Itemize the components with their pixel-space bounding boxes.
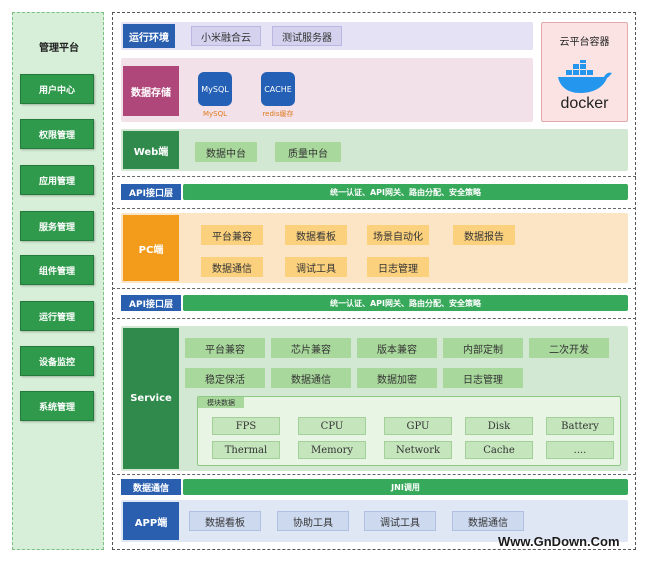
cache-caption: redis缓存 <box>262 110 294 118</box>
module-more[interactable]: .... <box>546 441 614 459</box>
divider <box>112 288 636 289</box>
module-battery[interactable]: Battery <box>546 417 614 435</box>
app-chip-debug-tools[interactable]: 调试工具 <box>364 511 436 531</box>
app-chip-dashboard[interactable]: 数据看板 <box>189 511 261 531</box>
service-chip-encryption[interactable]: 数据加密 <box>357 368 437 388</box>
pc-chip-report[interactable]: 数据报告 <box>453 225 515 245</box>
runtime-chip-test-server[interactable]: 测试服务器 <box>272 26 342 46</box>
mgmt-item-component[interactable]: 组件管理 <box>20 255 94 285</box>
cloud-container-title: 云平台容器 <box>559 36 610 48</box>
cache-icon-text: CACHE <box>264 84 292 94</box>
module-cpu[interactable]: CPU <box>298 417 366 435</box>
divider <box>112 318 636 319</box>
mysql-icon-text: MySQL <box>201 84 229 94</box>
module-data-title: 模块数据 <box>198 397 244 408</box>
module-thermal[interactable]: Thermal <box>212 441 280 459</box>
divider <box>112 208 636 209</box>
data-comm-label: 数据通信 <box>121 479 181 495</box>
service-chip-log-mgmt[interactable]: 日志管理 <box>443 368 523 388</box>
module-memory[interactable]: Memory <box>298 441 366 459</box>
service-chip-secondary-dev[interactable]: 二次开发 <box>529 338 609 358</box>
mgmt-item-operation[interactable]: 运行管理 <box>20 301 94 331</box>
module-fps[interactable]: FPS <box>212 417 280 435</box>
api-bar-1-text: 统一认证、API网关、路由分配、安全策略 <box>329 187 482 197</box>
web-label: Web端 <box>123 131 179 169</box>
service-chip-chip-compat[interactable]: 芯片兼容 <box>271 338 351 358</box>
service-chip-data-comm[interactable]: 数据通信 <box>271 368 351 388</box>
web-chip-quality-center[interactable]: 质量中台 <box>275 142 341 162</box>
pc-chip-log-mgmt[interactable]: 日志管理 <box>367 257 429 277</box>
storage-row <box>121 58 533 122</box>
jni-bar-text: JNI调用 <box>391 482 420 492</box>
pc-chip-data-comm[interactable]: 数据通信 <box>201 257 263 277</box>
mgmt-item-permission[interactable]: 权限管理 <box>20 119 94 149</box>
service-chip-custom[interactable]: 内部定制 <box>443 338 523 358</box>
app-chip-assist-tools[interactable]: 协助工具 <box>277 511 349 531</box>
service-chip-keepalive[interactable]: 稳定保活 <box>185 368 265 388</box>
module-network[interactable]: Network <box>384 441 452 459</box>
service-label: Service <box>123 328 179 469</box>
pc-chip-debug-tools[interactable]: 调试工具 <box>285 257 347 277</box>
api-layer-label-2: API接口层 <box>121 295 181 311</box>
service-chip-platform-compat[interactable]: 平台兼容 <box>185 338 265 358</box>
service-chip-version-compat[interactable]: 版本兼容 <box>357 338 437 358</box>
api-layer-label-1: API接口层 <box>121 184 181 200</box>
pc-chip-platform-compat[interactable]: 平台兼容 <box>201 225 263 245</box>
cache-icon: CACHE <box>261 72 295 106</box>
docker-logo-text: docker <box>560 95 609 112</box>
management-panel: 管理平台 用户中心 权限管理 应用管理 服务管理 组件管理 运行管理 设备监控 … <box>12 12 104 550</box>
module-gpu[interactable]: GPU <box>384 417 452 435</box>
mgmt-item-user-center[interactable]: 用户中心 <box>20 74 94 104</box>
module-cache[interactable]: Cache <box>465 441 533 459</box>
pc-chip-automation[interactable]: 场景自动化 <box>367 225 429 245</box>
storage-label: 数据存储 <box>123 66 179 116</box>
app-label: APP端 <box>123 502 179 540</box>
mysql-caption: MySQL <box>202 110 228 118</box>
mysql-icon: MySQL <box>198 72 232 106</box>
management-title: 管理平台 <box>39 42 79 54</box>
mgmt-item-app[interactable]: 应用管理 <box>20 165 94 195</box>
docker-whale-icon <box>556 58 614 94</box>
divider <box>112 176 636 177</box>
pc-chip-dashboard[interactable]: 数据看板 <box>285 225 347 245</box>
api-bar-2-text: 统一认证、API网关、路由分配、安全策略 <box>329 298 482 308</box>
divider <box>112 474 636 475</box>
mgmt-item-service[interactable]: 服务管理 <box>20 211 94 241</box>
module-disk[interactable]: Disk <box>465 417 533 435</box>
runtime-chip-cloud[interactable]: 小米融合云 <box>191 26 261 46</box>
mgmt-item-system[interactable]: 系统管理 <box>20 391 94 421</box>
runtime-label: 运行环境 <box>123 24 175 48</box>
app-chip-data-comm[interactable]: 数据通信 <box>452 511 524 531</box>
pc-label: PC端 <box>123 215 179 281</box>
web-chip-data-center[interactable]: 数据中台 <box>195 142 257 162</box>
watermark: Www.GnDown.Com <box>498 534 620 549</box>
mgmt-item-device-monitor[interactable]: 设备监控 <box>20 346 94 376</box>
